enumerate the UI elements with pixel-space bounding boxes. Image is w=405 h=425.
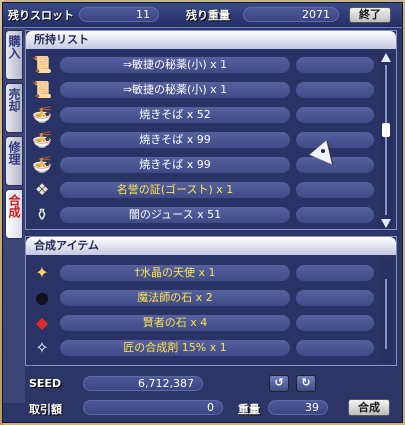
scroll-down-icon[interactable] xyxy=(381,219,391,228)
item-slot-empty xyxy=(296,207,374,223)
remaining-slots-value: 11 xyxy=(79,7,159,22)
item-name: 闇のジュース x 51 xyxy=(60,207,290,223)
item-name: 魔法師の石 x 2 xyxy=(60,290,290,306)
scroll-thumb[interactable] xyxy=(382,123,390,137)
item-slot-empty xyxy=(296,82,374,98)
redo-icon: ↻ xyxy=(301,376,311,389)
shop-window: 残りスロット 11 残り重量 2071 終了 購入 売却 修理 合成 所持リスト… xyxy=(2,2,403,423)
fee-value: 0 xyxy=(83,400,223,415)
undo-button[interactable]: ↺ xyxy=(269,375,289,392)
dark-stone-icon: ● xyxy=(35,287,49,307)
synthesis-title: 合成アイテム xyxy=(26,237,396,255)
book-icon: 📜 xyxy=(32,54,52,74)
item-name: 賢者の石 x 4 xyxy=(60,315,290,331)
item-slot-empty xyxy=(296,290,374,306)
tab-sell[interactable]: 売却 xyxy=(5,83,23,133)
seed-label: SEED xyxy=(29,377,62,390)
list-item[interactable]: 📜 ⇒敏捷の秘薬(小) x 1 xyxy=(30,78,374,102)
top-bar: 残りスロット 11 残り重量 2071 終了 xyxy=(3,3,402,28)
tab-repair-label: 修理 xyxy=(7,141,21,165)
item-name: †水晶の天使 x 1 xyxy=(60,265,290,281)
remaining-weight-value: 2071 xyxy=(243,7,339,22)
item-name: 焼きそば x 99 xyxy=(60,132,290,148)
tab-buy[interactable]: 購入 xyxy=(5,30,23,80)
juice-icon: ⚱ xyxy=(35,204,49,224)
synthesis-scrollbar[interactable] xyxy=(380,259,392,363)
list-item[interactable]: ❖ 名誉の証(ゴースト) x 1 xyxy=(30,178,374,202)
list-item[interactable]: ◆ 賢者の石 x 4 xyxy=(30,311,374,335)
weight-label: 重量 xyxy=(238,403,260,416)
sparkle-icon: ✧ xyxy=(35,337,49,357)
item-slot-empty xyxy=(296,315,374,331)
item-name: ⇒敏捷の秘薬(小) x 1 xyxy=(60,57,290,73)
item-slot-empty xyxy=(296,265,374,281)
item-slot-empty xyxy=(296,107,374,123)
item-slot-empty xyxy=(296,340,374,356)
list-item[interactable]: 🍜 焼きそば x 52 xyxy=(30,103,374,127)
red-stone-icon: ◆ xyxy=(35,312,49,332)
synthesis-panel: 合成アイテム ✦ †水晶の天使 x 1 ● 魔法師の石 x 2 ◆ 賢者の石 x 4 ✧ 匠の… xyxy=(25,236,397,366)
item-name: ⇒敏捷の秘薬(小) x 1 xyxy=(60,82,290,98)
certificate-icon: ❖ xyxy=(34,179,50,199)
weight-value: 39 xyxy=(268,400,328,415)
synthesize-button[interactable]: 合成 xyxy=(348,399,390,416)
item-slot-empty xyxy=(296,57,374,73)
list-item[interactable]: ✧ 匠の合成剤 15% x 1 xyxy=(30,336,374,360)
item-slot-empty xyxy=(296,182,374,198)
item-name: 匠の合成剤 15% x 1 xyxy=(60,340,290,356)
mouse-cursor-dot xyxy=(321,149,325,153)
undo-icon: ↺ xyxy=(274,376,284,389)
item-name: 焼きそば x 99 xyxy=(60,157,290,173)
inventory-title: 所持リスト xyxy=(26,31,396,49)
remaining-slots-label: 残りスロット xyxy=(8,9,74,22)
item-name: 焼きそば x 52 xyxy=(60,107,290,123)
seed-value: 6,712,387 xyxy=(83,376,203,391)
list-item[interactable]: 📜 ⇒敏捷の秘薬(小) x 1 xyxy=(30,53,374,77)
scroll-track xyxy=(385,65,387,215)
remaining-weight-label: 残り重量 xyxy=(186,9,230,22)
redo-button[interactable]: ↻ xyxy=(296,375,316,392)
list-item[interactable]: ⚱ 闇のジュース x 51 xyxy=(30,203,374,227)
list-item[interactable]: ● 魔法師の石 x 2 xyxy=(30,286,374,310)
tab-buy-label: 購入 xyxy=(7,35,21,59)
yakisoba-icon: 🍜 xyxy=(32,104,52,124)
yakisoba-icon: 🍜 xyxy=(32,129,52,149)
side-tabs: 購入 売却 修理 合成 xyxy=(3,28,25,403)
scroll-up-icon[interactable] xyxy=(381,53,391,62)
item-name: 名誉の証(ゴースト) x 1 xyxy=(60,182,290,198)
tab-synthesis[interactable]: 合成 xyxy=(5,189,23,239)
tab-synthesis-label: 合成 xyxy=(7,194,21,218)
inventory-panel: 所持リスト 📜 ⇒敏捷の秘薬(小) x 1 📜 ⇒敏捷の秘薬(小) x 1 🍜 焼きそば … xyxy=(25,30,397,230)
wand-icon: ✦ xyxy=(35,262,49,282)
inventory-scrollbar[interactable] xyxy=(380,53,392,229)
synthesis-scroll-track xyxy=(385,279,387,349)
item-slot-empty xyxy=(296,132,374,148)
fee-label: 取引額 xyxy=(29,403,62,416)
list-item[interactable]: ✦ †水晶の天使 x 1 xyxy=(30,261,374,285)
tab-repair[interactable]: 修理 xyxy=(5,136,23,186)
yakisoba-icon: 🍜 xyxy=(32,154,52,174)
book-icon: 📜 xyxy=(32,79,52,99)
close-button[interactable]: 終了 xyxy=(349,7,391,23)
tab-sell-label: 売却 xyxy=(7,88,21,112)
